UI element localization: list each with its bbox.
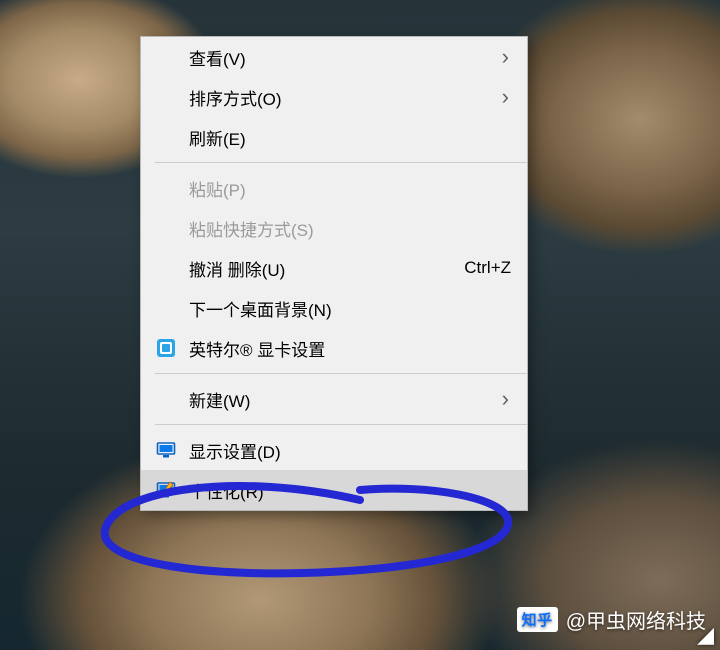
watermark-author: @甲虫网络科技 [566, 605, 706, 634]
menu-item-paste: 粘贴(P) [141, 168, 527, 208]
menu-separator [155, 373, 527, 374]
chevron-right-icon: › [502, 86, 509, 108]
menu-item-sort[interactable]: 排序方式(O)› [141, 77, 527, 117]
menu-item-paste-shortcut: 粘贴快捷方式(S) [141, 208, 527, 248]
menu-item-label: 英特尔® 显卡设置 [189, 336, 511, 361]
menu-item-label: 刷新(E) [189, 125, 511, 150]
corner-glyph: ◢ [697, 624, 714, 646]
display-icon [156, 440, 176, 460]
menu-separator [155, 162, 527, 163]
desktop-context-menu[interactable]: 查看(V)›排序方式(O)›刷新(E)粘贴(P)粘贴快捷方式(S)撤消 删除(U… [140, 36, 528, 511]
menu-item-new[interactable]: 新建(W)› [141, 379, 527, 419]
menu-item-label: 排序方式(O) [189, 85, 511, 110]
menu-item-display-settings[interactable]: 显示设置(D) [141, 430, 527, 470]
chevron-right-icon: › [502, 46, 509, 68]
menu-item-label: 显示设置(D) [189, 438, 511, 463]
intel-icon [156, 338, 176, 358]
menu-item-label: 个性化(R) [189, 478, 511, 503]
personalize-icon [156, 480, 176, 500]
menu-item-shortcut: Ctrl+Z [464, 258, 511, 278]
menu-item-refresh[interactable]: 刷新(E) [141, 117, 527, 157]
zhihu-logo: 知乎 [517, 607, 558, 632]
menu-item-personalize[interactable]: 个性化(R) [141, 470, 527, 510]
menu-item-undo-delete[interactable]: 撤消 删除(U)Ctrl+Z [141, 248, 527, 288]
menu-item-label: 下一个桌面背景(N) [189, 296, 511, 321]
menu-item-label: 查看(V) [189, 45, 511, 70]
menu-item-view[interactable]: 查看(V)› [141, 37, 527, 77]
menu-item-next-wallpaper[interactable]: 下一个桌面背景(N) [141, 288, 527, 328]
menu-item-label: 撤消 删除(U) [189, 256, 464, 281]
menu-item-label: 粘贴(P) [189, 176, 511, 201]
menu-separator [155, 424, 527, 425]
menu-item-label: 粘贴快捷方式(S) [189, 216, 511, 241]
menu-item-intel-graphics[interactable]: 英特尔® 显卡设置 [141, 328, 527, 368]
chevron-right-icon: › [502, 388, 509, 410]
menu-item-label: 新建(W) [189, 387, 511, 412]
watermark: 知乎 @甲虫网络科技 [517, 605, 706, 634]
